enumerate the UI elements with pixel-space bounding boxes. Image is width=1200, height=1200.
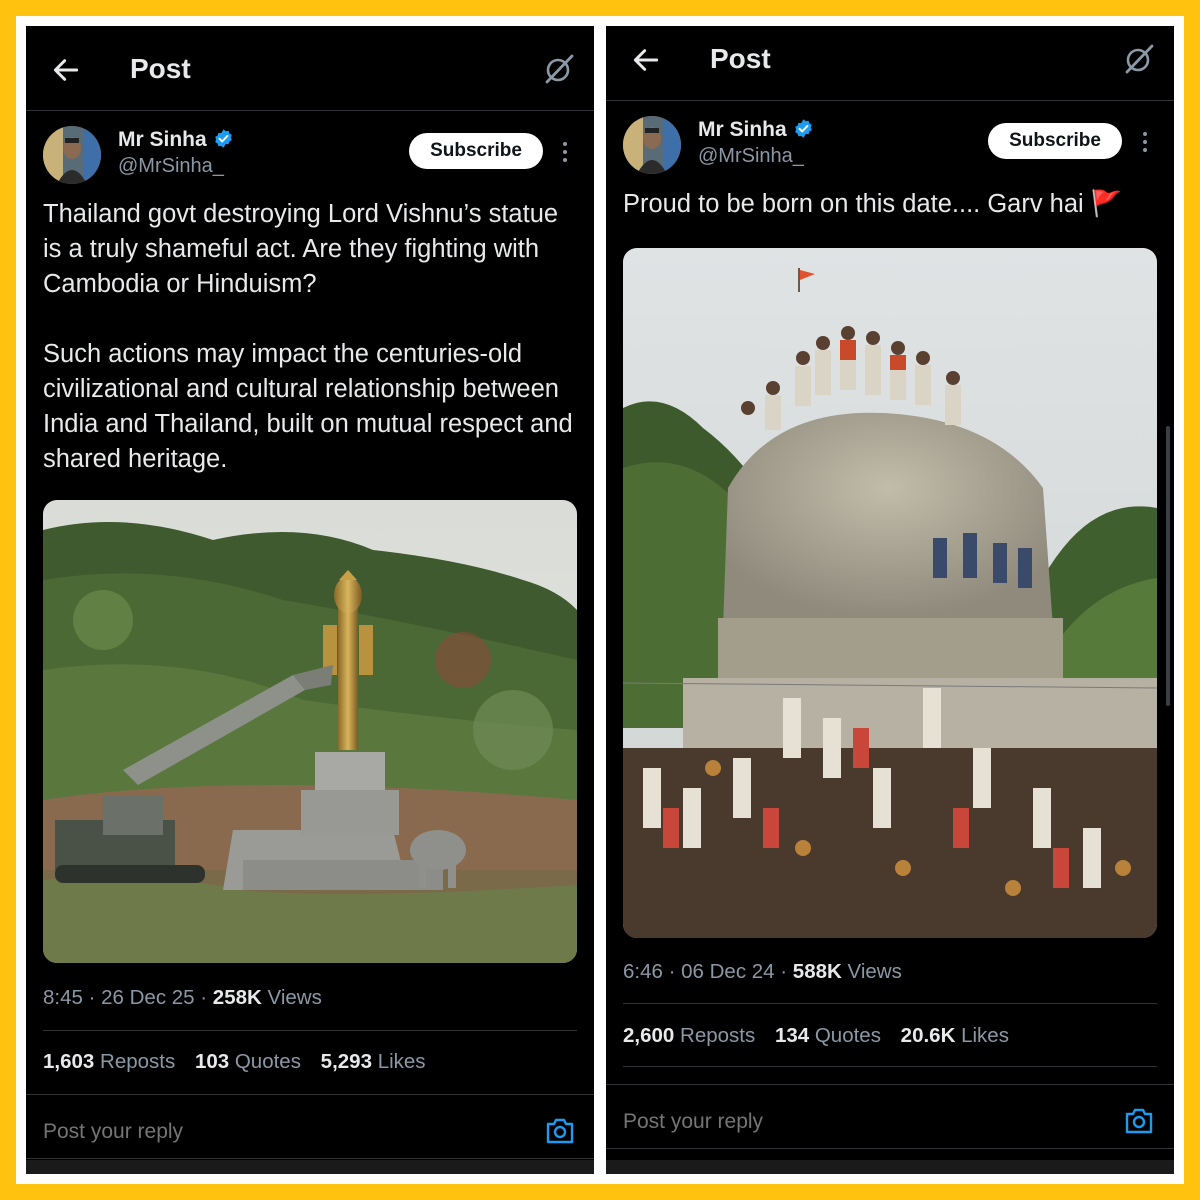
page-title: Post [130,53,191,84]
page-title: Post [710,43,771,74]
more-options-icon[interactable] [558,139,572,165]
divider [606,1084,1174,1085]
divider [623,1003,1157,1004]
views-count: 258K [212,986,262,1009]
reply-input[interactable] [43,1120,513,1144]
avatar[interactable] [43,126,101,184]
engagement-stats: 2,600 Reposts 134 Quotes 20.6K Likes [623,1024,1023,1048]
likes-stat[interactable]: 5,293 Likes [321,1050,426,1073]
post-panel-left: Post Mr Sinha @MrSinha_ Subscribe Thaila… [26,26,594,1174]
post-date: 06 Dec 24 [681,960,775,983]
reposts-stat[interactable]: 2,600 Reposts [623,1024,755,1047]
reposts-stat[interactable]: 1,603 Reposts [43,1050,175,1073]
views-count: 588K [792,960,842,983]
views-label: Views [267,986,322,1009]
post-image-crowd-on-dome[interactable] [623,248,1157,938]
author-handle[interactable]: @MrSinha_ [118,155,224,178]
top-bar: Post [26,26,594,111]
grok-icon[interactable] [1122,42,1156,76]
engagement-stats: 1,603 Reposts 103 Quotes 5,293 Likes [43,1050,440,1074]
grok-icon[interactable] [542,52,576,86]
post-meta: 6:46 · 06 Dec 24 · 588K Views [623,960,902,983]
views-label: Views [847,960,902,983]
back-arrow-icon[interactable] [630,44,662,76]
subscribe-button[interactable]: Subscribe [988,123,1122,159]
post-meta: 8:45 · 26 Dec 25 · 258K Views [43,986,322,1009]
verified-badge-icon [214,129,232,148]
quotes-stat[interactable]: 103 Quotes [195,1050,301,1073]
flag-emoji: 🚩 [1090,190,1123,218]
avatar[interactable] [623,116,681,174]
author-name[interactable]: Mr Sinha [698,118,814,142]
author-handle[interactable]: @MrSinha_ [698,145,804,168]
camera-icon[interactable] [1123,1106,1155,1136]
likes-stat[interactable]: 20.6K Likes [901,1024,1009,1047]
author-name[interactable]: Mr Sinha [118,128,234,152]
camera-icon[interactable] [544,1116,576,1146]
back-arrow-icon[interactable] [50,54,82,86]
divider [26,1094,594,1095]
verified-badge-icon [794,119,812,138]
reply-input[interactable] [623,1110,1093,1134]
post-image-statue-excavator[interactable] [43,500,577,963]
divider [606,1148,1174,1149]
quotes-stat[interactable]: 134 Quotes [775,1024,881,1047]
post-panel-right: Post Mr Sinha @MrSinha_ Subscribe Proud … [606,26,1174,1174]
scrollbar[interactable] [1166,426,1170,706]
divider [43,1030,577,1031]
post-time: 6:46 [623,960,663,983]
post-text: Proud to be born on this date.... Garv h… [623,190,1123,218]
top-bar: Post [606,26,1174,101]
bottom-bar [26,1160,594,1174]
more-options-icon[interactable] [1138,129,1152,155]
post-date: 26 Dec 25 [101,986,195,1009]
bottom-bar [606,1160,1174,1174]
post-time: 8:45 [43,986,83,1009]
subscribe-button[interactable]: Subscribe [409,133,543,169]
divider [623,1066,1157,1067]
divider [26,1158,594,1159]
post-text: Thailand govt destroying Lord Vishnu’s s… [43,200,573,473]
